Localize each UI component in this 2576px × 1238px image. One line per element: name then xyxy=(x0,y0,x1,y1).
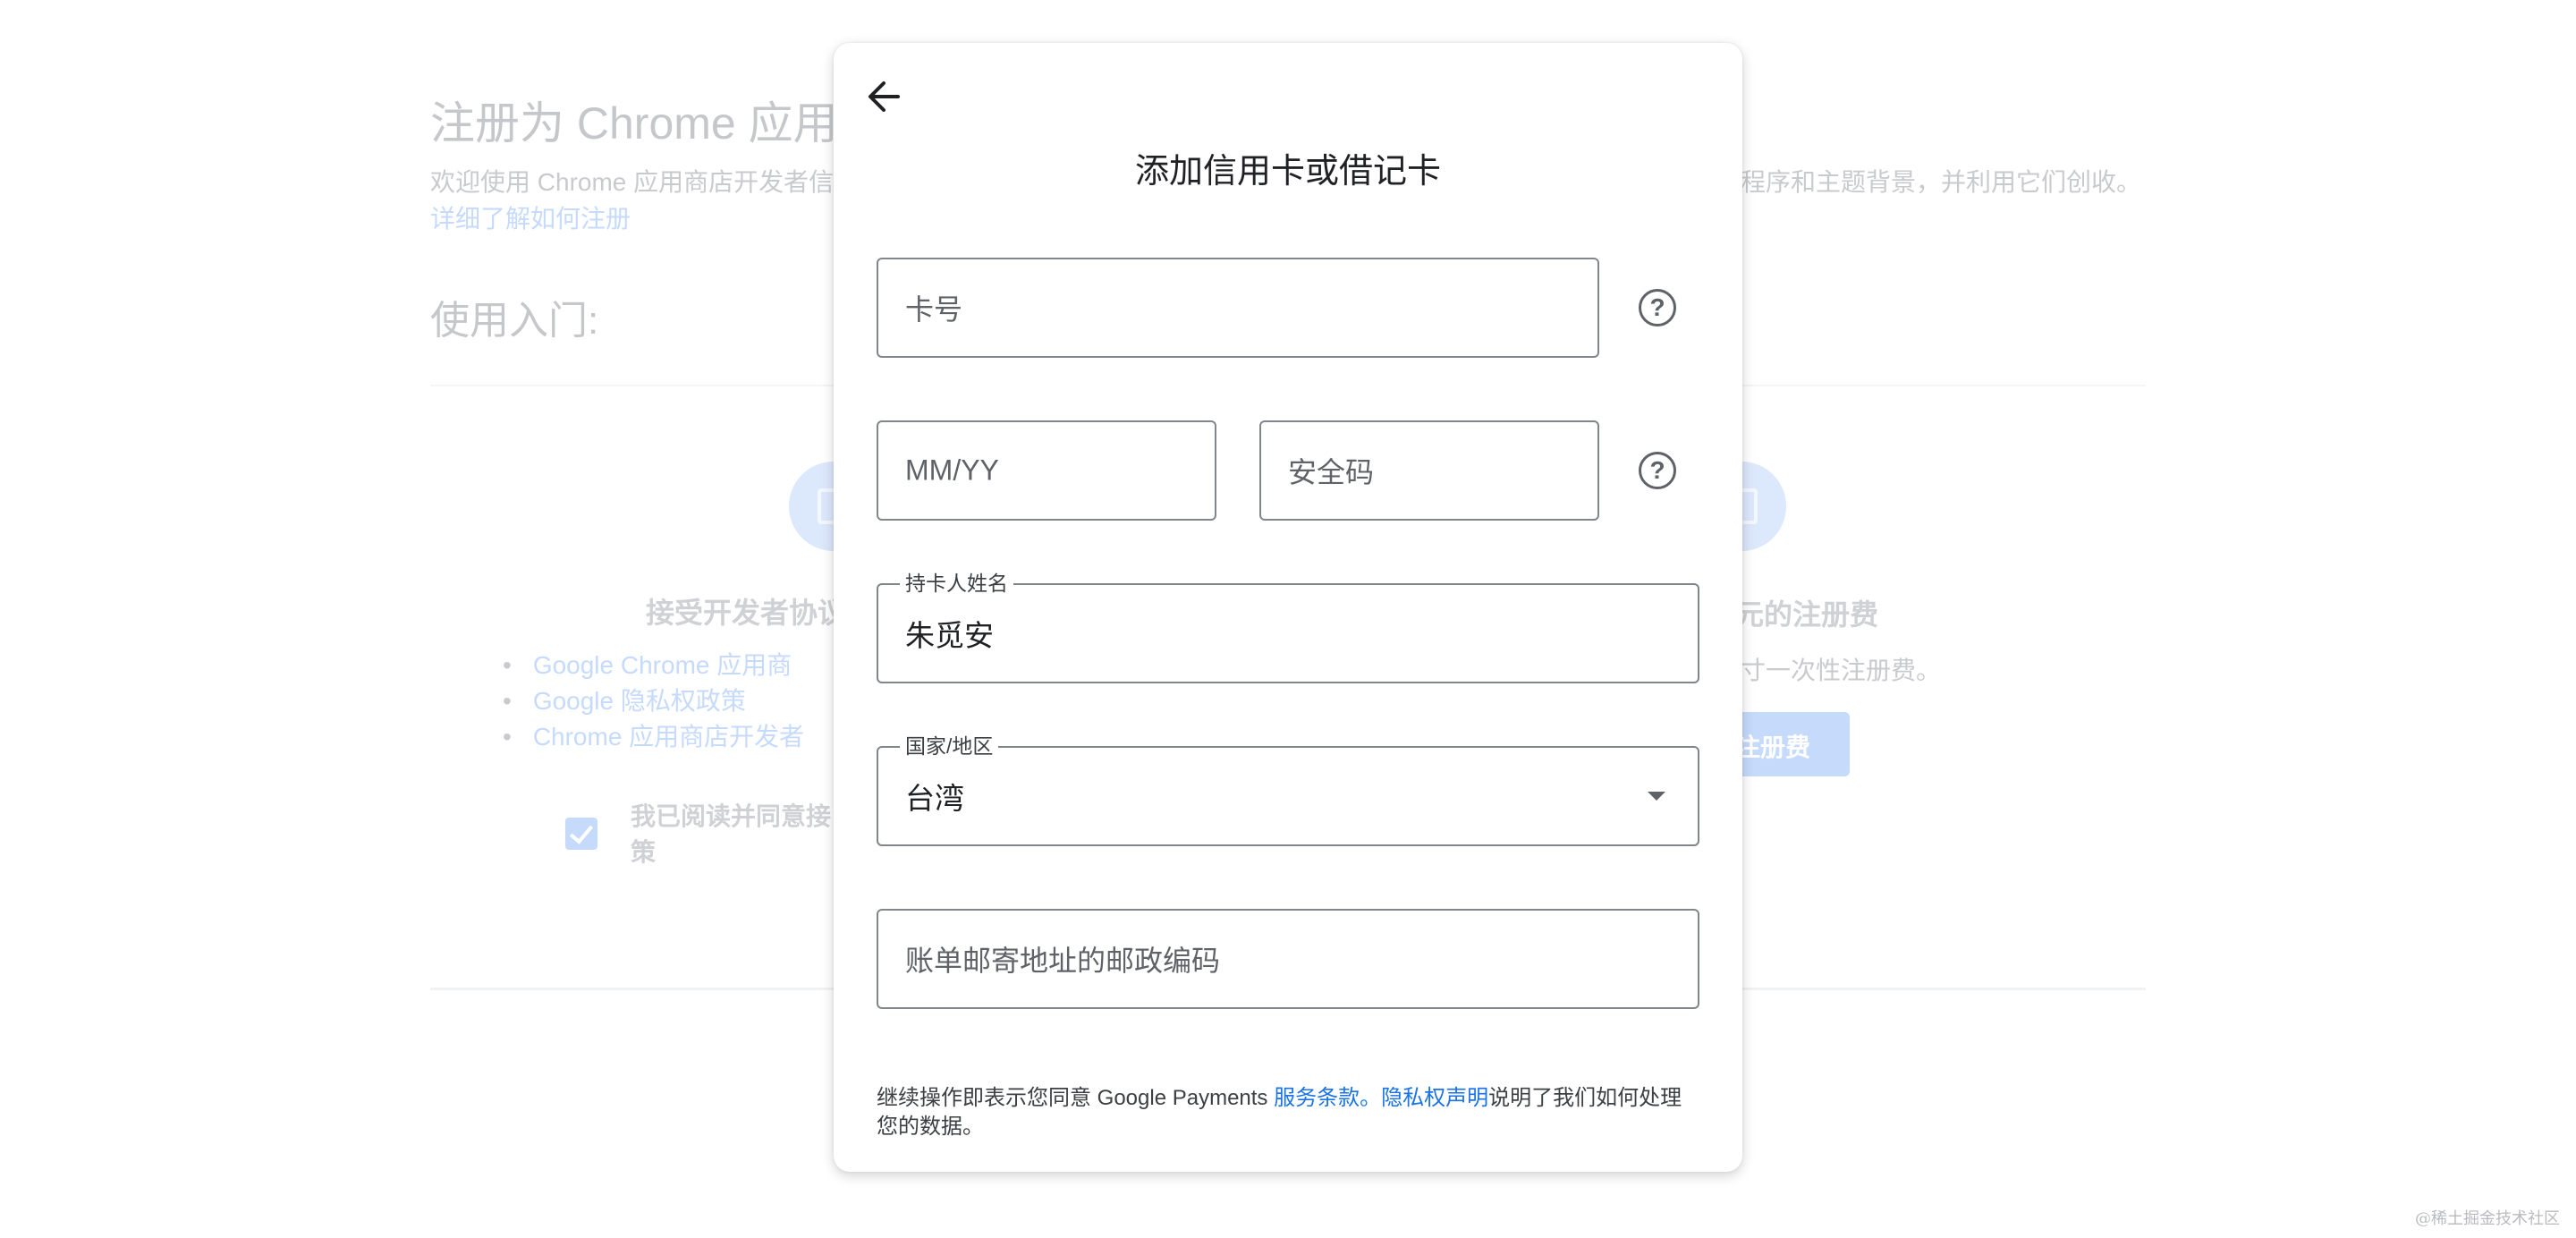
bg-pay-fee-label: 注册费 xyxy=(1735,733,1811,761)
postal-code-placeholder: 账单邮寄地址的邮政编码 xyxy=(905,945,1221,977)
cardholder-name-input[interactable]: 持卡人姓名 朱觅安 xyxy=(877,572,1699,683)
card-number-input[interactable]: 卡号 xyxy=(877,258,1599,358)
caret-down-icon xyxy=(1648,792,1665,801)
bg-intro-left: 欢迎使用 Chrome 应用商店开发者信 xyxy=(430,168,835,196)
expiry-placeholder: MM/YY xyxy=(905,454,999,487)
security-code-placeholder: 安全码 xyxy=(1288,456,1375,488)
help-circle-icon[interactable]: ? xyxy=(1639,452,1676,489)
bg-agree-text: 我已阅读并同意接 策 xyxy=(631,802,832,866)
watermark: @稀土掘金技术社区 xyxy=(2415,1209,2560,1228)
bg-link-dev-agreement[interactable]: Chrome 应用商店开发者 xyxy=(533,719,804,755)
country-select[interactable]: 国家/地区 台湾 xyxy=(877,735,1699,846)
bg-step2-text: 寸一次性注册费。 xyxy=(1741,657,1942,684)
bg-intro-right: 程序和主题背景，并利用它们创收。 xyxy=(1741,168,2142,196)
arrow-left-icon xyxy=(869,81,900,112)
bg-step2-title: 元的注册费 xyxy=(1735,598,1879,631)
country-label: 国家/地区 xyxy=(900,735,999,757)
privacy-notice-link[interactable]: 隐私权声明 xyxy=(1381,1086,1488,1110)
expiry-input[interactable]: MM/YY xyxy=(877,420,1216,521)
legal-prefix: 继续操作即表示您同意 Google Payments xyxy=(877,1086,1275,1110)
terms-of-service-link[interactable]: 服务条款 xyxy=(1274,1086,1360,1110)
bg-learn-link[interactable]: 详细了解如何注册 xyxy=(430,199,631,235)
help-circle-icon[interactable]: ? xyxy=(1639,289,1676,326)
postal-code-input[interactable]: 账单邮寄地址的邮政编码 xyxy=(877,909,1699,1009)
bg-page-title: 注册为 Chrome 应用商 xyxy=(430,98,883,148)
back-button[interactable] xyxy=(859,70,912,123)
add-card-dialog: 添加信用卡或借记卡 卡号 ? MM/YY 安全码 ? 持卡人姓名 朱觅安 国家/… xyxy=(834,43,1742,1172)
cardholder-name-label: 持卡人姓名 xyxy=(900,572,1013,594)
bg-agree-checkbox[interactable] xyxy=(565,818,597,850)
bg-link-chrome-store[interactable]: Google Chrome 应用商 xyxy=(533,648,804,683)
country-value: 台湾 xyxy=(905,782,964,815)
security-code-input[interactable]: 安全码 xyxy=(1259,420,1599,521)
bg-step1-links: Google Chrome 应用商 Google 隐私权政策 Chrome 应用… xyxy=(533,648,804,755)
legal-separator: 。 xyxy=(1360,1086,1382,1110)
cardholder-name-value: 朱觅安 xyxy=(905,619,994,652)
card-number-placeholder: 卡号 xyxy=(905,293,963,326)
bg-getting-started: 使用入门: xyxy=(430,299,599,343)
bg-step1-title: 接受开发者协议 xyxy=(646,597,847,629)
bg-link-privacy-policy[interactable]: Google 隐私权政策 xyxy=(533,683,804,719)
legal-notice: 继续操作即表示您同意 Google Payments 服务条款。隐私权声明说明了… xyxy=(877,1084,1698,1141)
bg-pay-fee-button[interactable]: 注册费 xyxy=(1735,712,1850,776)
dialog-title: 添加信用卡或借记卡 xyxy=(1134,153,1441,191)
